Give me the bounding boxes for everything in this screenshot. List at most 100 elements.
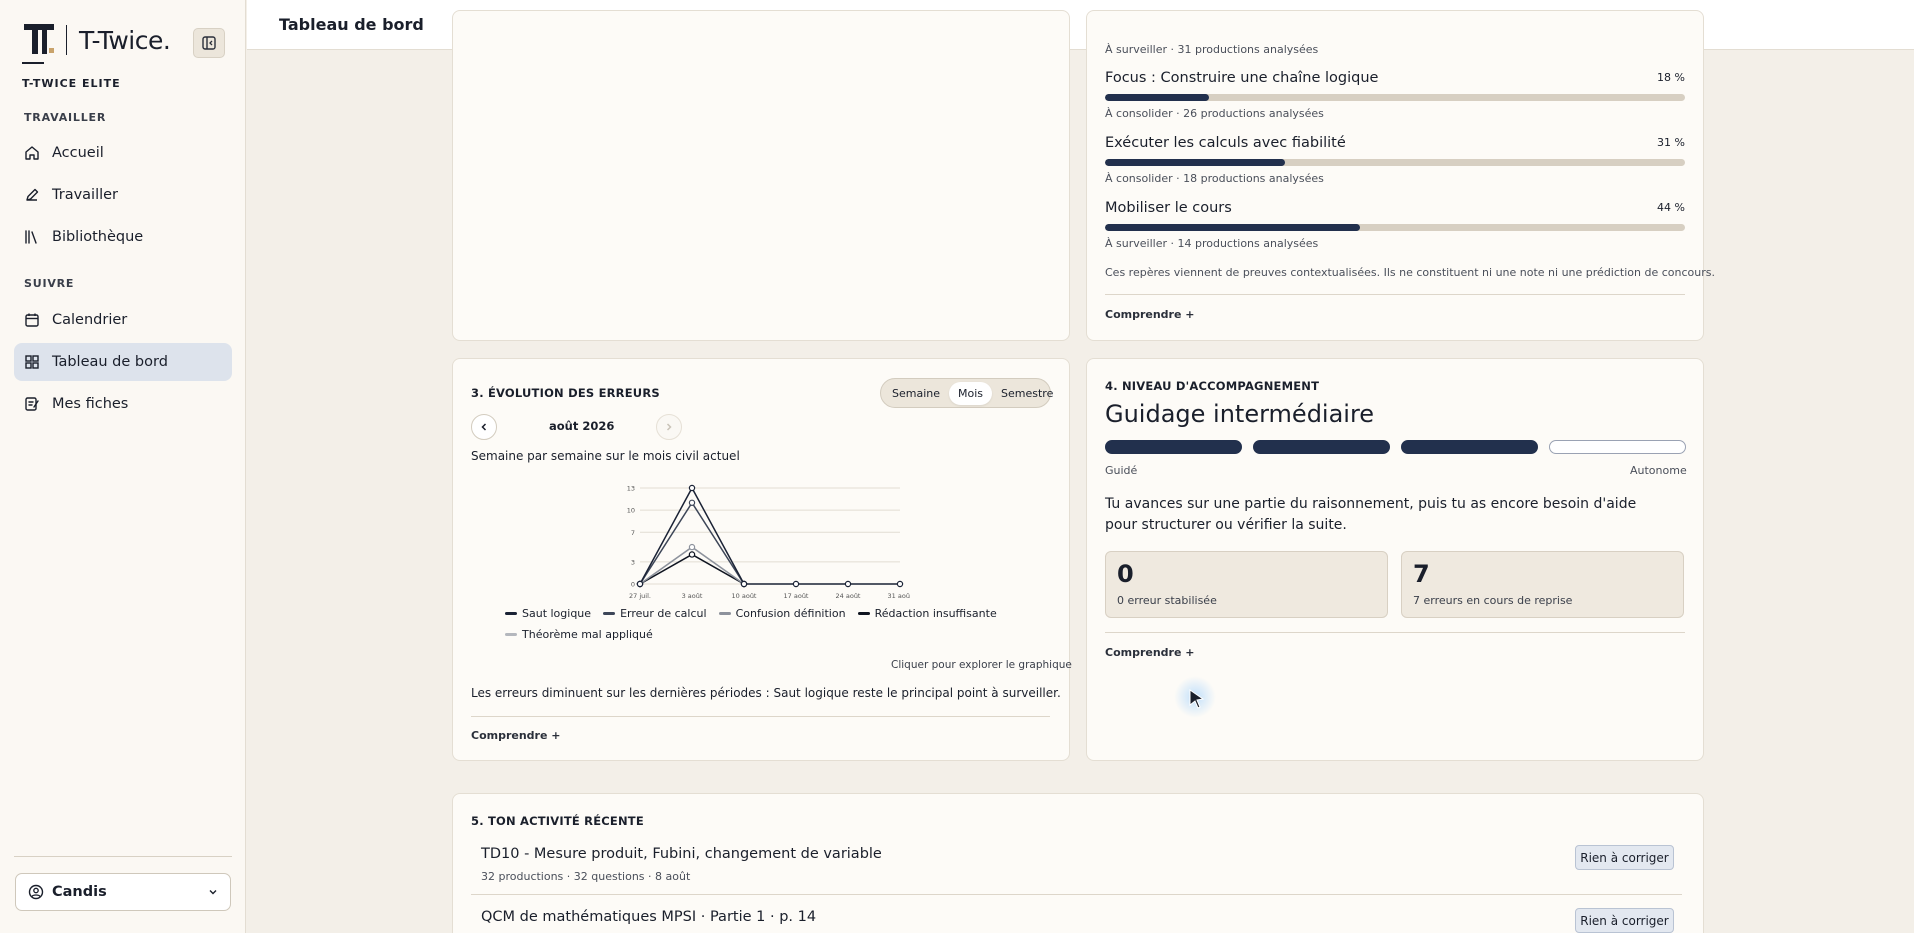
previous-month-button[interactable] (471, 414, 497, 440)
legend-item[interactable]: Confusion définition (718, 607, 846, 620)
brand-underline (22, 62, 44, 64)
legend-item[interactable]: Erreur de calcul (603, 607, 707, 620)
sidebar-item-accueil[interactable]: Accueil (14, 134, 232, 172)
activity-title[interactable]: QCM de mathématiques MPSI · Partie 1 · p… (481, 909, 816, 925)
user-name: Candis (52, 884, 107, 900)
sidebar-item-tableau-de-bord[interactable]: Tableau de bord (14, 343, 232, 381)
brand-name: T-Twice. (79, 25, 171, 55)
stat-in-progress: 7 7 erreurs en cours de reprise (1401, 551, 1684, 618)
divider (471, 716, 1050, 717)
legend-label: Saut logique (522, 607, 592, 620)
stat-label: 7 erreurs en cours de reprise (1413, 594, 1573, 607)
dashboard-icon (25, 355, 39, 369)
activity-meta: 32 productions · 32 questions · 8 août (481, 870, 691, 883)
sidebar-item-mes-fiches[interactable]: Mes fiches (14, 385, 232, 423)
sidebar-item-travailler[interactable]: Travailler (14, 176, 232, 214)
data-point (740, 580, 748, 588)
activity-title[interactable]: TD10 - Mesure produit, Fubini, changemen… (481, 846, 882, 862)
scale-right-label: Autonome (1630, 464, 1687, 477)
sidebar-item-bibliotheque[interactable]: Bibliothèque (14, 218, 232, 256)
x-tick-label: 10 août (732, 592, 757, 600)
level-segment (1105, 440, 1242, 454)
stat-value: 0 (1117, 560, 1134, 588)
card-top-left (452, 10, 1070, 341)
skill-bar-1 (1105, 94, 1685, 101)
stat-value: 7 (1413, 560, 1430, 588)
calendar-icon (25, 313, 39, 327)
user-icon (28, 884, 44, 900)
tab-semaine[interactable]: Semaine (883, 382, 949, 405)
sidebar-item-label: Travailler (52, 187, 119, 203)
y-tick-label: 3 (631, 558, 635, 566)
error-evolution-chart[interactable]: 0 3 7 10 13 27 juil. 3 août 10 août 17 août 24 ao… (620, 478, 910, 606)
skill-meta-top: À surveiller · 31 productions analysées (1105, 43, 1319, 56)
skill-meta-2: À consolider · 18 productions analysées (1105, 172, 1324, 185)
series-line (639, 501, 745, 585)
legend-item[interactable]: Saut logique (505, 607, 591, 620)
skill-pct-2: 31 % (1657, 136, 1685, 149)
data-point (688, 484, 696, 492)
skill-pct-3: 44 % (1657, 201, 1685, 214)
legend-label: Confusion définition (735, 607, 846, 620)
guidance-description: Tu avances sur une partie du raisonnemen… (1105, 496, 1637, 533)
comprendre-button[interactable]: Comprendre + (1105, 308, 1195, 321)
plan-label: T-TWICE ELITE (22, 77, 121, 90)
current-month: août 2026 (549, 419, 615, 433)
sidebar: T-Twice. T-TWICE ELITE TRAVAILLER Accuei… (0, 0, 246, 933)
comprendre-button[interactable]: Comprendre + (1105, 646, 1195, 659)
legend-swatch (505, 612, 517, 615)
skill-bar-3 (1105, 224, 1685, 231)
collapse-sidebar-button[interactable] (193, 28, 225, 58)
sidebar-divider (14, 856, 232, 857)
x-tick-label: 3 août (682, 592, 703, 600)
tab-mois[interactable]: Mois (949, 381, 993, 405)
error-summary: Les erreurs diminuent sur les dernières … (471, 686, 1061, 700)
legend-swatch (603, 612, 616, 615)
mouse-cursor (1174, 676, 1216, 718)
divider (1105, 632, 1685, 633)
legend-label: Théorème mal appliqué (522, 628, 653, 641)
next-month-button[interactable] (656, 414, 682, 440)
skill-fill (1105, 159, 1285, 166)
y-tick-label: 0 (631, 581, 635, 589)
skill-bar-2 (1105, 159, 1685, 166)
data-point (688, 551, 696, 558)
y-tick-label: 10 (627, 507, 635, 515)
card-title: 5. TON ACTIVITÉ RÉCENTE (471, 814, 644, 828)
card-title: 4. NIVEAU D'ACCOMPAGNEMENT (1105, 379, 1320, 393)
brand-logo[interactable]: T-Twice. (22, 22, 171, 58)
chevron-right-icon (666, 423, 672, 431)
status-badge: Rien à corriger (1575, 908, 1674, 933)
skill-pct-1: 18 % (1657, 71, 1685, 84)
home-icon (25, 146, 39, 160)
cursor-arrow-icon (1189, 689, 1205, 709)
data-point (792, 580, 800, 588)
chart-legend: Saut logique Erreur de calcul Confusion dé… (505, 607, 1025, 641)
tab-semestre[interactable]: Semestre (992, 382, 1062, 405)
data-point (896, 580, 904, 588)
x-tick-label: 24 août (836, 592, 861, 600)
skills-disclaimer: Ces repères viennent de preuves contextu… (1105, 266, 1715, 279)
legend-swatch (718, 612, 731, 615)
stat-stabilized: 0 0 erreur stabilisée (1105, 551, 1388, 618)
comprendre-button[interactable]: Comprendre + (471, 729, 561, 742)
section-suivre: SUIVRE (24, 277, 75, 290)
user-menu-select[interactable]: Candis (15, 873, 231, 911)
legend-item[interactable]: Rédaction insuffisante (857, 607, 997, 620)
sidebar-item-calendrier[interactable]: Calendrier (14, 301, 232, 339)
data-point (844, 580, 852, 588)
explore-chart-link[interactable]: Cliquer pour explorer le graphique (891, 659, 1072, 671)
legend-label: Rédaction insuffisante (874, 607, 997, 620)
skill-fill (1105, 224, 1361, 231)
data-point (636, 580, 644, 588)
skill-fill (1105, 94, 1210, 101)
skill-name-2: Exécuter les calculs avec fiabilité (1105, 135, 1346, 151)
sidebar-item-label: Mes fiches (52, 396, 129, 412)
legend-item[interactable]: Théorème mal appliqué (505, 628, 653, 641)
chevron-left-icon (481, 423, 487, 431)
stat-label: 0 erreur stabilisée (1117, 594, 1217, 607)
status-badge: Rien à corriger (1575, 845, 1674, 870)
sidebar-toggle-icon (202, 36, 216, 50)
period-segmented-control: Semaine Mois Semestre (880, 378, 1053, 408)
divider (471, 894, 1682, 895)
